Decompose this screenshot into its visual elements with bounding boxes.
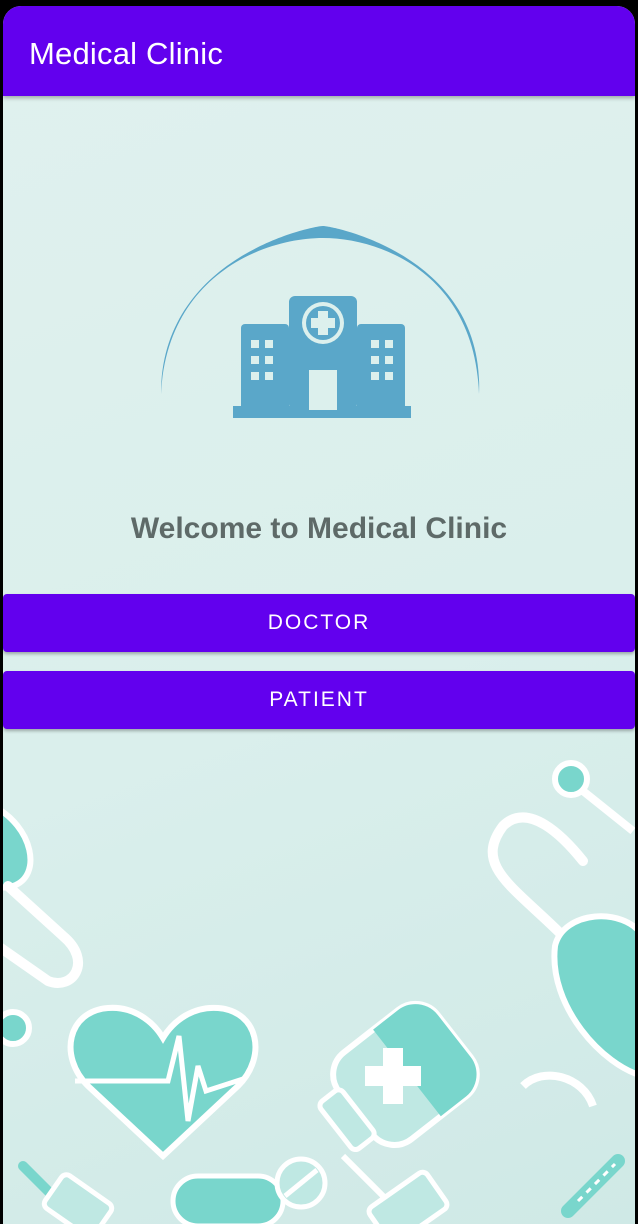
- pill-icon: [170, 1156, 328, 1224]
- stethoscope-icon: [487, 760, 635, 1108]
- app-title: Medical Clinic: [29, 36, 224, 71]
- patient-button[interactable]: PATIENT: [3, 671, 635, 729]
- medicine-bottle-icon: [317, 1000, 480, 1153]
- doctor-button[interactable]: DOCTOR: [3, 594, 635, 652]
- medical-background-illustration: [3, 760, 635, 1224]
- thermometer-icon: [561, 1154, 625, 1218]
- app-screen: Medical Clinic Welcome to Medical Clinic…: [3, 6, 635, 1224]
- stethoscope-icon: [3, 808, 84, 1047]
- app-bar: Medical Clinic: [3, 6, 635, 96]
- welcome-text: Welcome to Medical Clinic: [130, 512, 508, 545]
- heart-pulse-icon: [67, 1004, 259, 1161]
- hospital-logo-icon: [161, 226, 480, 418]
